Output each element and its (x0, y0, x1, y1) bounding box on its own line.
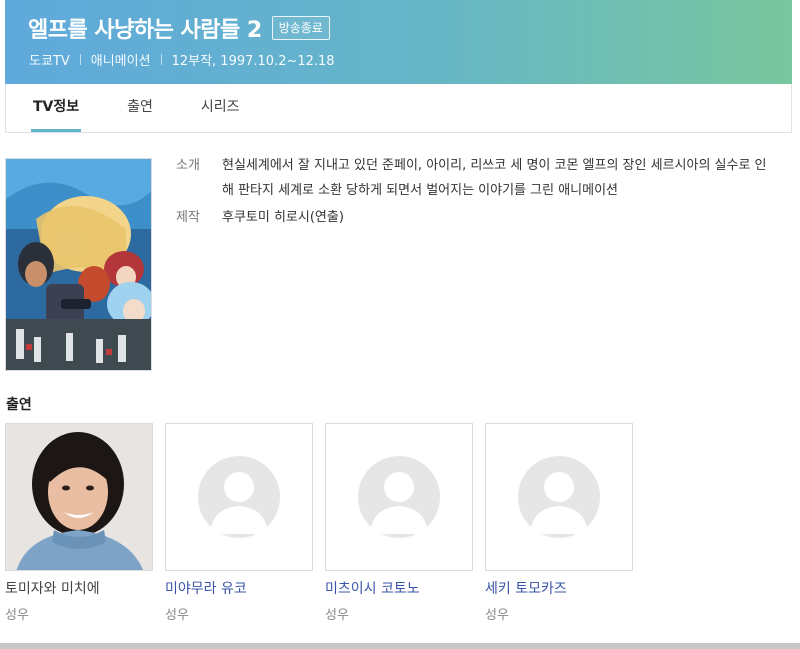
meta-genre: 애니메이션 (90, 54, 151, 69)
production-label: 제작 (176, 210, 200, 225)
person-placeholder-icon (198, 456, 280, 538)
tab-bar: TV정보 출연 시리즈 (5, 84, 792, 133)
synopsis-row: 소개 현실세계에서 잘 지내고 있던 준페이, 아이리, 리쓰코 세 명이 코몬… (176, 153, 776, 203)
cast-member: 세키 토모카즈 성우 (485, 423, 633, 623)
tab-series[interactable]: 시리즈 (199, 84, 242, 132)
title-row: 엘프를 사냥하는 사람들 2 방송종료 (28, 12, 330, 44)
avatar (6, 424, 152, 570)
program-poster[interactable] (5, 158, 152, 371)
cast-photo[interactable] (5, 423, 153, 571)
window-bottom-edge (0, 643, 800, 649)
tab-tv-info[interactable]: TV정보 (31, 84, 82, 132)
cast-member: 토미자와 미치에 성우 (5, 423, 153, 623)
poster-artwork (6, 159, 151, 370)
cast-name: 토미자와 미치에 (5, 581, 100, 597)
meta-channel: 도쿄TV (29, 54, 70, 69)
cast-photo-placeholder[interactable] (165, 423, 313, 571)
cast-role: 성우 (165, 608, 189, 623)
person-placeholder-icon (358, 456, 440, 538)
production-row: 제작 후쿠토미 히로시(연출) (176, 205, 776, 230)
cast-name-link[interactable]: 세키 토모카즈 (485, 580, 633, 598)
cast-name-link[interactable]: 미츠이시 코토노 (325, 580, 473, 598)
meta-episodes-dates: 12부작, 1997.10.2~12.18 (171, 54, 335, 69)
cast-role: 성우 (325, 608, 349, 623)
cast-photo-placeholder[interactable] (325, 423, 473, 571)
program-info: 소개 현실세계에서 잘 지내고 있던 준페이, 아이리, 리쓰코 세 명이 코몬… (176, 153, 776, 230)
tv-info-page: 엘프를 사냥하는 사람들 2 방송종료 도쿄TV 애니메이션 12부작, 199… (0, 0, 800, 649)
program-meta: 도쿄TV 애니메이션 12부작, 1997.10.2~12.18 (29, 50, 335, 69)
cast-list: 토미자와 미치에 성우 미야무라 유코 성우 미츠이시 코토노 성우 세키 토모… (5, 423, 645, 623)
cast-name-link[interactable]: 미야무라 유코 (165, 580, 313, 598)
cast-role: 성우 (5, 608, 29, 623)
broadcast-status-badge: 방송종료 (271, 16, 330, 40)
cast-member: 미츠이시 코토노 성우 (325, 423, 473, 623)
tab-cast[interactable]: 출연 (125, 84, 155, 132)
program-header: 엘프를 사냥하는 사람들 2 방송종료 도쿄TV 애니메이션 12부작, 199… (5, 0, 792, 84)
meta-divider (79, 54, 81, 65)
synopsis-text: 현실세계에서 잘 지내고 있던 준페이, 아이리, 리쓰코 세 명이 코몬 엘프… (222, 158, 767, 198)
production-text: 후쿠토미 히로시(연출) (222, 210, 344, 225)
cast-section-title: 출연 (6, 397, 32, 413)
cast-photo-placeholder[interactable] (485, 423, 633, 571)
synopsis-label: 소개 (176, 158, 200, 173)
program-title: 엘프를 사냥하는 사람들 2 (28, 18, 262, 43)
cast-member: 미야무라 유코 성우 (165, 423, 313, 623)
cast-role: 성우 (485, 608, 509, 623)
person-placeholder-icon (518, 456, 600, 538)
meta-divider (160, 54, 162, 65)
